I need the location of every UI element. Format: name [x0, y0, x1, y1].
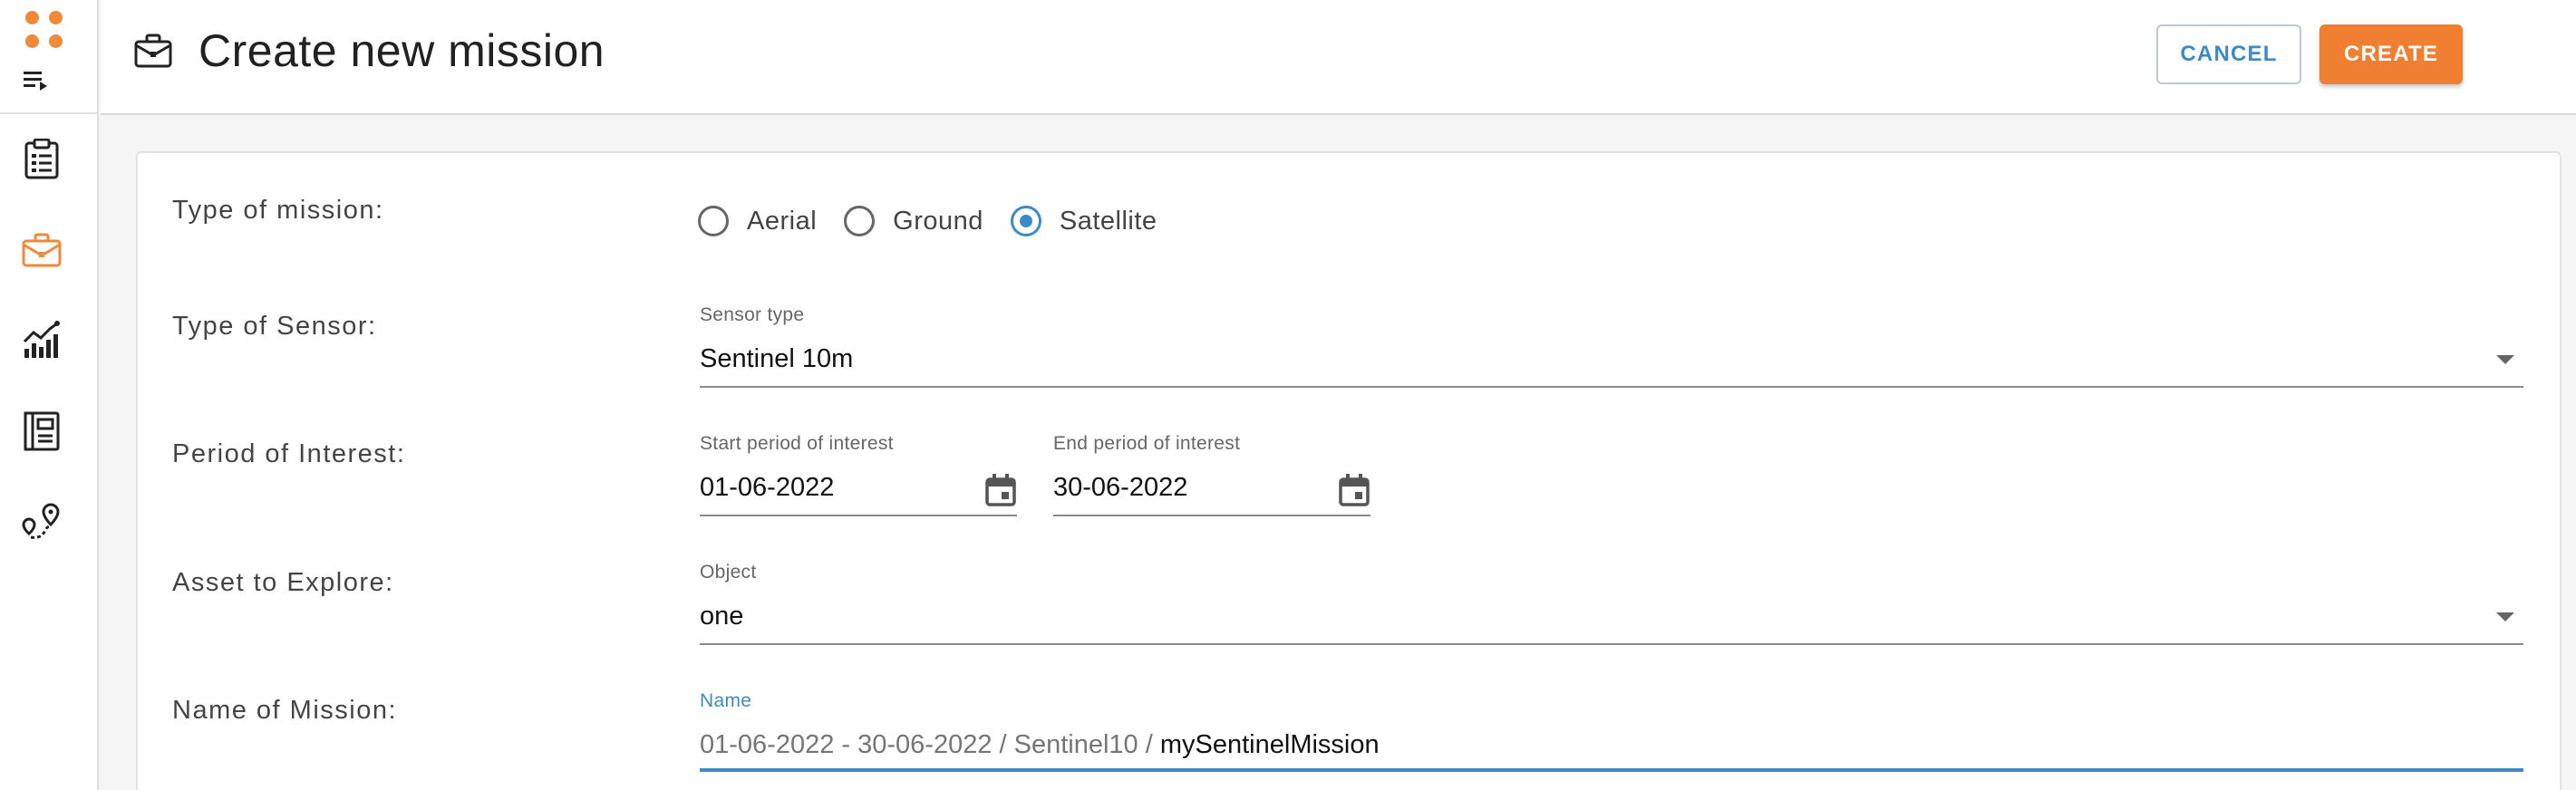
end-date-label: End period of interest — [1053, 433, 1241, 454]
calendar-icon[interactable] — [1338, 473, 1370, 507]
mission-name-prefix: 01-06-2022 - 30-06-2022 / Sentinel10 / — [700, 730, 1153, 759]
start-date-value: 01-06-2022 — [700, 473, 835, 502]
report-icon — [24, 411, 60, 451]
sidebar-brand — [0, 0, 97, 114]
calendar-icon[interactable] — [984, 473, 1017, 507]
radio-checked-icon[interactable] — [1010, 206, 1041, 236]
chevron-down-icon[interactable] — [2496, 612, 2514, 621]
end-date-underline — [1053, 515, 1370, 516]
asset-field-label: Object — [700, 562, 757, 583]
briefcase-icon — [134, 34, 172, 68]
app-logo-icon[interactable] — [25, 11, 63, 48]
radio-ground[interactable]: Ground — [844, 206, 983, 236]
cancel-button[interactable]: CANCEL — [2156, 24, 2301, 84]
sidebar-item-reports[interactable] — [15, 404, 69, 458]
mission-name-underline — [700, 768, 2523, 772]
radio-circle-icon[interactable] — [698, 206, 729, 236]
sidebar-item-missions-list[interactable] — [15, 132, 69, 187]
mission-name-text: 01-06-2022 - 30-06-2022 / Sentinel10 / m… — [700, 730, 1380, 760]
create-button[interactable]: CREATE — [2319, 24, 2463, 84]
asset-row-label: Asset to Explore: — [172, 568, 394, 597]
radio-ground-label: Ground — [893, 206, 983, 236]
radio-satellite[interactable]: Satellite — [1010, 206, 1157, 236]
mission-name-field-label: Name — [700, 690, 752, 711]
sidebar-item-missions[interactable] — [15, 223, 69, 277]
end-date-field[interactable]: End period of interest 30-06-2022 — [1053, 433, 1370, 516]
radio-circle-icon[interactable] — [844, 206, 876, 236]
menu-toggle-icon[interactable] — [22, 67, 51, 94]
sensor-type-row-label: Type of Sensor: — [172, 312, 377, 341]
sensor-type-value: Sentinel 10m — [700, 344, 854, 373]
sidebar-item-routes[interactable] — [15, 495, 69, 549]
mission-name-input[interactable]: Name 01-06-2022 - 30-06-2022 / Sentinel1… — [700, 690, 2523, 774]
chart-icon — [23, 321, 60, 358]
mission-type-label: Type of mission: — [172, 196, 384, 225]
asset-value: one — [700, 602, 744, 631]
start-date-field[interactable]: Start period of interest 01-06-2022 — [700, 433, 1017, 516]
radio-aerial-label: Aerial — [747, 206, 818, 236]
mission-name-row-label: Name of Mission: — [172, 696, 398, 725]
briefcase-icon — [22, 233, 62, 267]
sidebar-item-analytics[interactable] — [15, 313, 69, 368]
clipboard-icon — [24, 139, 59, 179]
asset-underline — [700, 643, 2523, 645]
sidebar — [0, 0, 99, 790]
mission-type-radio-group: Aerial Ground Satellite — [698, 206, 1185, 236]
chevron-down-icon[interactable] — [2496, 355, 2514, 364]
start-date-underline — [700, 515, 1017, 516]
start-date-label: Start period of interest — [700, 433, 894, 454]
radio-aerial[interactable]: Aerial — [698, 206, 817, 236]
sensor-type-select[interactable]: Sensor type Sentinel 10m — [700, 304, 2523, 390]
end-date-value: 30-06-2022 — [1053, 473, 1188, 502]
period-row-label: Period of Interest: — [172, 439, 406, 468]
route-icon — [22, 503, 60, 539]
sensor-type-field-label: Sensor type — [700, 304, 805, 325]
asset-object-select[interactable]: Object one — [700, 562, 2523, 645]
sensor-type-underline — [700, 386, 2523, 388]
radio-satellite-label: Satellite — [1059, 206, 1157, 236]
page-title: Create new mission — [199, 25, 605, 76]
mission-name-value: mySentinelMission — [1159, 730, 1380, 759]
